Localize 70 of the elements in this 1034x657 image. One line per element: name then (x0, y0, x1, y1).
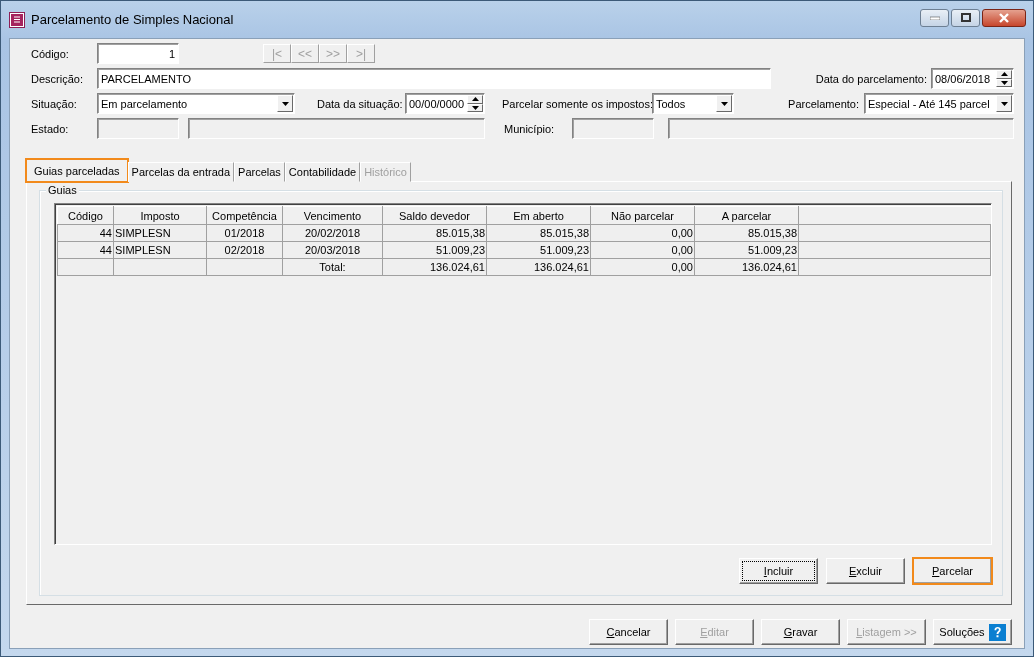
spinner-buttons[interactable] (467, 95, 483, 112)
tab[interactable]: Parcelas (234, 162, 285, 182)
group-title: Guias (46, 184, 79, 196)
column-header[interactable]: Competência (206, 206, 283, 225)
table-cell: 136.024,61 (533, 261, 589, 273)
minimize-button[interactable] (920, 8, 949, 27)
table-cell: 20/02/2018 (304, 227, 361, 239)
dropdown-field[interactable]: Em parcelamento (97, 93, 295, 114)
table-cell: 51.009,23 (748, 244, 797, 256)
field-label: Município: (504, 122, 556, 135)
field-label: Descrição: (31, 72, 84, 85)
minimize-icon (929, 15, 940, 20)
field-label: Situação: (31, 97, 78, 110)
table-cell: 85.015,38 (540, 227, 589, 239)
column-header[interactable]: Saldo devedor (382, 206, 487, 225)
field-label: Parcelar somente os impostos: (502, 97, 652, 110)
action-button[interactable]: Excluir (826, 558, 905, 584)
window-title: Parcelamento de Simples Nacional (31, 12, 235, 27)
table-cell: 85.015,38 (748, 227, 797, 239)
column-header[interactable]: Em aberto (486, 206, 591, 225)
table-cell: 136.024,61 (429, 261, 485, 273)
column-header[interactable]: Imposto (113, 206, 207, 225)
table-cell: 0,00 (671, 227, 693, 239)
spinner-buttons[interactable] (996, 70, 1012, 87)
table-cell: 0,00 (671, 261, 693, 273)
column-header[interactable]: Vencimento (282, 206, 383, 225)
table-cell: 85.015,38 (436, 227, 485, 239)
tab[interactable]: Guias parceladas (26, 159, 128, 182)
table-cell: 20/03/2018 (304, 244, 361, 256)
maximize-icon (960, 13, 971, 22)
table-cell: Total: (319, 261, 346, 273)
solutions-button[interactable]: Soluções (933, 619, 1012, 645)
table-cell: 0,00 (671, 244, 693, 256)
date-field[interactable]: 00/00/0000 (405, 93, 485, 114)
table-cell: 44 (99, 227, 112, 239)
action-button[interactable]: Gravar (761, 619, 840, 645)
close-icon (998, 12, 1010, 23)
close-button[interactable] (982, 8, 1026, 27)
input-field[interactable]: PARCELAMENTO (97, 68, 771, 89)
table-cell: 02/2018 (224, 244, 265, 256)
input-field[interactable]: 1 (97, 43, 179, 64)
field-label: Estado: (31, 122, 70, 135)
help-icon (988, 623, 1006, 641)
column-header[interactable]: Código (57, 206, 114, 225)
table-cell: 51.009,23 (540, 244, 589, 256)
column-header[interactable]: A parcelar (694, 206, 799, 225)
column-header[interactable]: Não parcelar (590, 206, 695, 225)
action-button[interactable]: Parcelar (913, 558, 992, 584)
field-label: Parcelamento: (788, 97, 859, 110)
table-cell: SIMPLESN (115, 244, 171, 256)
maximize-button[interactable] (951, 8, 980, 27)
dropdown-arrow-icon (1000, 101, 1008, 106)
dropdown-arrow-icon (281, 101, 289, 106)
dropdown-arrow-icon (720, 101, 728, 106)
date-field[interactable]: 08/06/2018 (931, 68, 1014, 89)
table-cell: 136.024,61 (741, 261, 797, 273)
table-cell: 51.009,23 (436, 244, 485, 256)
tab[interactable]: Contabilidade (284, 162, 361, 182)
field-label: Data do parcelamento: (815, 72, 927, 85)
action-button[interactable]: Cancelar (589, 619, 668, 645)
table-cell: 44 (99, 244, 112, 256)
table-cell: SIMPLESN (115, 227, 171, 239)
dropdown-field[interactable]: Todos (652, 93, 734, 114)
tab[interactable]: Parcelas da entrada (127, 162, 235, 182)
field-label: Data da situação: (317, 97, 404, 110)
document-icon (9, 11, 25, 28)
dropdown-field[interactable]: Especial - Até 145 parcel (864, 93, 1014, 114)
table-cell: 01/2018 (224, 227, 265, 239)
action-button[interactable]: Incluir (739, 558, 818, 584)
field-label: Código: (31, 47, 70, 60)
